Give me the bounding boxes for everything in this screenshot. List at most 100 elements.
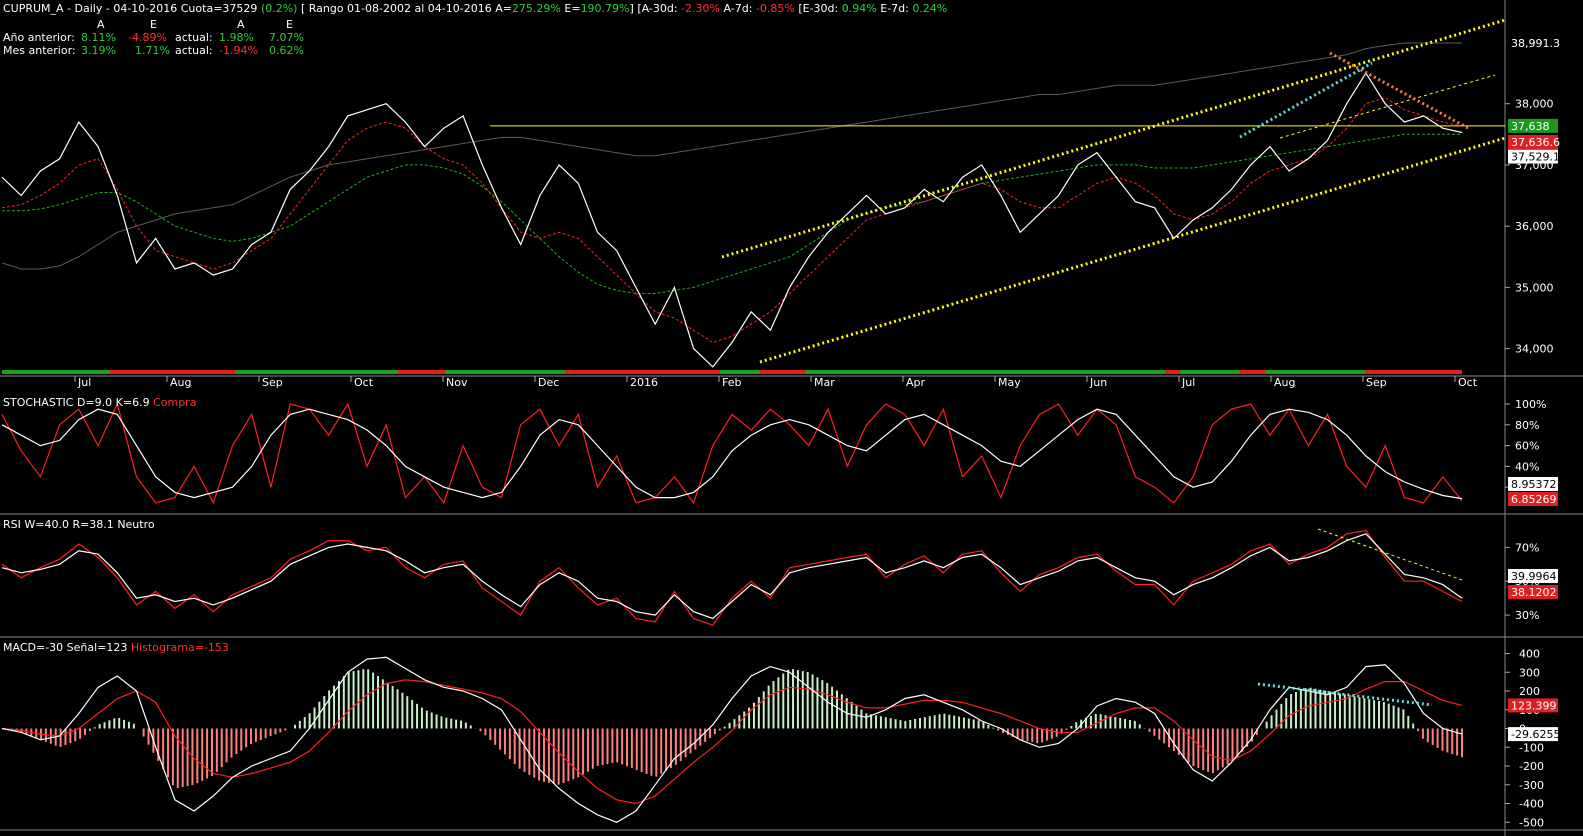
macd-value-tag: -29.6255 bbox=[1511, 728, 1560, 741]
macd-y-tick-label: -200 bbox=[1519, 760, 1544, 773]
signal-band-sell bbox=[398, 370, 445, 374]
x-tick-label: Dec bbox=[538, 376, 559, 389]
perf-year-label: Año anterior: bbox=[3, 31, 75, 44]
rsi-r-line bbox=[1, 529, 1463, 626]
channel-lower-line bbox=[759, 136, 1506, 364]
macd-y-tick-label: -100 bbox=[1519, 741, 1544, 754]
macd-title-row: MACD=-30 Señal=123 Histograma=-153 bbox=[3, 641, 229, 654]
price-y-tick-label: 34,000 bbox=[1515, 343, 1554, 356]
header-range-e-label: E= bbox=[564, 2, 581, 15]
rsi-title: RSI W=40.0 R=38.1 bbox=[3, 518, 114, 531]
benchmark-line bbox=[1, 42, 1462, 270]
header-e30-label: [E-30d: bbox=[798, 2, 839, 15]
x-tick-label: Jun bbox=[1089, 376, 1107, 389]
rsi-trend-line bbox=[1317, 528, 1463, 581]
x-tick-label: Nov bbox=[446, 376, 468, 389]
stoch-title: STOCHASTIC D=9.0 K=6.9 bbox=[3, 396, 150, 409]
macd-title: MACD=-30 Señal=123 bbox=[3, 641, 128, 654]
ma-short-line bbox=[1, 97, 1463, 344]
stoch-k-line bbox=[1, 402, 1463, 505]
perf-col-a2: A bbox=[237, 18, 245, 31]
header-range-e: 190.79% bbox=[580, 2, 630, 15]
x-tick-label: Sep bbox=[1366, 376, 1387, 389]
x-tick-label: Oct bbox=[354, 376, 374, 389]
price-tag-last: 37,529.1 bbox=[1511, 151, 1560, 164]
x-tick-label: Feb bbox=[722, 376, 741, 389]
x-tick-label: May bbox=[998, 376, 1021, 389]
chart-canvas: 34,00035,00036,00037,00038,000Jul Aug Sep O… bbox=[0, 0, 1583, 836]
signal-band-sell bbox=[760, 370, 805, 374]
rsi-y-tick-label: 70% bbox=[1515, 541, 1539, 554]
macd-y-tick-label: 400 bbox=[1519, 648, 1540, 661]
x-tick-label: 2016 bbox=[630, 376, 658, 389]
signal-band-sell bbox=[110, 370, 235, 374]
header-range-a: 275.29% bbox=[511, 2, 561, 15]
stoch-d-tag: 8.95372 bbox=[1511, 478, 1557, 491]
header-a30: -2.30% bbox=[681, 2, 720, 15]
signal-band-sell bbox=[565, 370, 720, 374]
x-tick-label: Sep bbox=[262, 376, 283, 389]
signal-band-sell bbox=[1165, 370, 1180, 374]
signal-band-sell bbox=[1240, 370, 1265, 374]
perf-month-act-e: 0.62% bbox=[269, 44, 304, 57]
perf-month-label: Mes anterior: bbox=[3, 44, 76, 57]
rsi-y-tick-label: 30% bbox=[1515, 609, 1539, 622]
price-tag-top: 38,991.3 bbox=[1511, 37, 1560, 50]
stoch-signal: Compra bbox=[153, 396, 197, 409]
stoch-d-line bbox=[1, 408, 1463, 500]
price-line bbox=[1, 71, 1463, 368]
stoch-y-tick-label: 40% bbox=[1515, 460, 1539, 473]
stoch-y-tick-label: 100% bbox=[1515, 398, 1546, 411]
x-tick-label: Jul bbox=[77, 376, 91, 389]
perf-year-act-a: 1.98% bbox=[219, 31, 254, 44]
macd-y-tick-label: -400 bbox=[1519, 798, 1544, 811]
stoch-y-tick-label: 60% bbox=[1515, 440, 1539, 453]
perf-col-e2: E bbox=[286, 18, 293, 31]
x-tick-label: Mar bbox=[814, 376, 835, 389]
header-e7-label: E-7d: bbox=[880, 2, 909, 15]
price-tag-ma: 37,636.6 bbox=[1511, 136, 1560, 149]
price-y-tick-label: 35,000 bbox=[1515, 281, 1554, 294]
rsi-signal: Neutro bbox=[117, 518, 155, 531]
signal-band-sell bbox=[1365, 370, 1462, 374]
perf-col-a1: A bbox=[97, 18, 105, 31]
perf-month-a: 3.19% bbox=[81, 44, 116, 57]
price-y-tick-label: 38,000 bbox=[1515, 98, 1554, 111]
header-title: CUPRUM_A - Daily - 04-10-2016 Cuota=3752… bbox=[3, 2, 258, 15]
stoch-y-tick-label: 80% bbox=[1515, 419, 1539, 432]
x-tick-label: Aug bbox=[1274, 376, 1295, 389]
header-a7-label: A-7d: bbox=[723, 2, 753, 15]
perf-col-e1: E bbox=[150, 18, 157, 31]
header-a7: -0.85% bbox=[755, 2, 795, 15]
perf-month-e: 1.71% bbox=[135, 44, 170, 57]
rsi-w-tag: 39.9964 bbox=[1511, 570, 1557, 583]
x-tick-label: Oct bbox=[1458, 376, 1478, 389]
macd-signal-tag: 123.399 bbox=[1511, 699, 1557, 712]
rsi-w-line bbox=[1, 533, 1463, 620]
perf-month-act-a: -1.94% bbox=[219, 44, 258, 57]
header-e7: 0.24% bbox=[912, 2, 948, 15]
macd-y-tick-label: -300 bbox=[1519, 779, 1544, 792]
perf-year-actual-label: actual: bbox=[175, 31, 213, 44]
rsi-r-tag: 38.1202 bbox=[1511, 586, 1557, 599]
header-change: (0.2%) bbox=[260, 2, 298, 15]
header-range-end: ] bbox=[629, 2, 634, 15]
macd-y-tick-label: 300 bbox=[1519, 666, 1540, 679]
macd-histogram-label: Histograma=-153 bbox=[130, 641, 229, 654]
chart-header: CUPRUM_A - Daily - 04-10-2016 Cuota=3752… bbox=[3, 3, 947, 15]
x-tick-label: Jul bbox=[1181, 376, 1195, 389]
header-e30: 0.94% bbox=[841, 2, 877, 15]
rsi-title-row: RSI W=40.0 R=38.1 Neutro bbox=[3, 518, 155, 531]
perf-year-act-e: 7.07% bbox=[269, 31, 304, 44]
stoch-title-row: STOCHASTIC D=9.0 K=6.9 Compra bbox=[3, 396, 196, 409]
x-tick-label: Aug bbox=[170, 376, 191, 389]
perf-year-a: 8.11% bbox=[81, 31, 116, 44]
perf-year-e: -4.89% bbox=[128, 31, 167, 44]
header-a30-label: [A-30d: bbox=[637, 2, 678, 15]
macd-y-tick-label: 200 bbox=[1519, 685, 1540, 698]
macd-y-tick-label: -500 bbox=[1519, 816, 1544, 829]
ma-long-line bbox=[2, 133, 1462, 294]
stoch-k-tag: 6.85269 bbox=[1511, 493, 1557, 506]
x-tick-label: Apr bbox=[906, 376, 926, 389]
header-range: [ Rango 01-08-2002 al 04-10-2016 A= bbox=[300, 2, 512, 15]
